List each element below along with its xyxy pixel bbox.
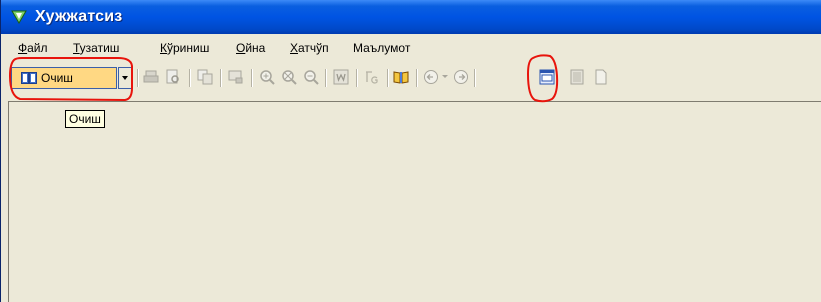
toolbar: Очиш bbox=[3, 62, 821, 94]
menu-edit[interactable]: Тузатиш bbox=[73, 41, 119, 55]
toolbar-separator bbox=[356, 69, 358, 87]
page-icon[interactable] bbox=[569, 69, 585, 85]
toolbar-separator bbox=[189, 69, 191, 87]
open-dropdown-button[interactable] bbox=[118, 67, 132, 89]
menu-view[interactable]: Кўриниш bbox=[160, 41, 209, 55]
app-window: Хужжатсиз Файл Тузатиш Кўриниш Ойна Хатч… bbox=[0, 0, 821, 302]
text-format-icon[interactable] bbox=[364, 69, 380, 85]
doc-icon[interactable] bbox=[593, 69, 609, 85]
toolbar-separator bbox=[474, 69, 476, 87]
menu-help[interactable]: Маълумот bbox=[353, 41, 410, 55]
app-icon bbox=[11, 10, 27, 24]
toolbar-separator bbox=[137, 69, 139, 87]
book-icon bbox=[21, 72, 37, 84]
zoom-in-icon[interactable] bbox=[259, 69, 275, 85]
open-button-label: Очиш bbox=[41, 71, 73, 85]
title-bar[interactable]: Хужжатсиз bbox=[1, 0, 821, 34]
back-icon[interactable] bbox=[423, 69, 439, 85]
open-button[interactable]: Очиш bbox=[11, 67, 117, 89]
menu-file[interactable]: Файл bbox=[18, 41, 48, 55]
word-icon[interactable] bbox=[333, 69, 349, 85]
toolbar-separator bbox=[251, 69, 253, 87]
toolbar-separator bbox=[387, 69, 389, 87]
document-area[interactable] bbox=[8, 101, 821, 302]
window-title: Хужжатсиз bbox=[35, 8, 123, 25]
toolbar-separator bbox=[220, 69, 222, 87]
back-dropdown-icon[interactable] bbox=[442, 75, 448, 78]
menu-window[interactable]: Ойна bbox=[236, 41, 265, 55]
toolbar-separator bbox=[325, 69, 327, 87]
book-open-icon[interactable] bbox=[393, 69, 409, 85]
toolbar-separator bbox=[416, 69, 418, 87]
chevron-down-icon bbox=[122, 76, 128, 80]
menu-bookmarks[interactable]: Хатчўп bbox=[290, 41, 329, 55]
print-preview-icon[interactable] bbox=[165, 69, 181, 85]
window-icon[interactable] bbox=[539, 69, 555, 85]
copy-icon[interactable] bbox=[197, 69, 213, 85]
zoom-out-icon[interactable] bbox=[303, 69, 319, 85]
find-icon[interactable] bbox=[228, 69, 244, 85]
forward-icon[interactable] bbox=[453, 69, 469, 85]
print-icon[interactable] bbox=[143, 69, 159, 85]
tooltip: Очиш bbox=[65, 110, 105, 128]
zoom-fit-icon[interactable] bbox=[281, 69, 297, 85]
